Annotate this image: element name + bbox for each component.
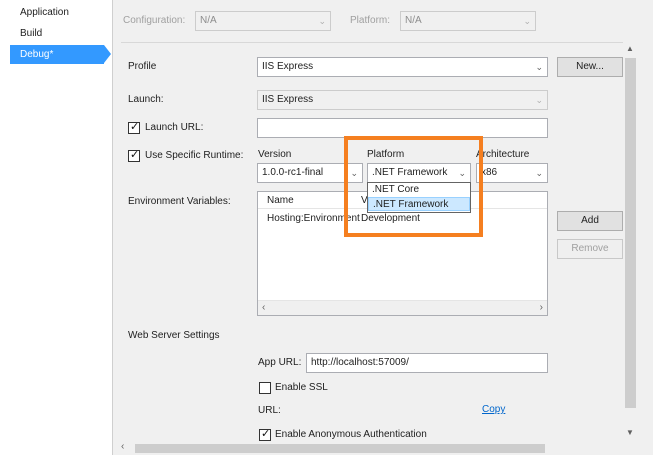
page-horizontal-scrollbar[interactable]: ‹ <box>113 441 623 455</box>
version-value: 1.0.0-rc1-final <box>262 167 324 178</box>
vertical-scrollbar[interactable]: ▲ ▼ <box>623 42 638 442</box>
runtime-platform-value: .NET Framework <box>372 167 448 178</box>
enable-ssl-checkbox[interactable] <box>259 382 271 394</box>
chevron-down-icon: ⌄ <box>523 16 531 26</box>
launch-url-input[interactable] <box>257 118 548 138</box>
dropdown-option-net-framework[interactable]: .NET Framework <box>368 197 470 211</box>
scroll-left-icon[interactable]: ‹ <box>262 302 265 313</box>
configuration-label: Configuration: <box>123 15 186 26</box>
launch-select[interactable]: IIS Express ⌄ <box>257 90 548 110</box>
chevron-down-icon: ⌄ <box>458 168 466 178</box>
chevron-down-icon: ⌄ <box>535 168 543 178</box>
platform-select[interactable]: N/A ⌄ <box>400 11 536 31</box>
profile-select[interactable]: IIS Express ⌄ <box>257 57 548 77</box>
sidebar: Application Build Debug* <box>0 0 113 455</box>
architecture-value: x86 <box>481 167 498 178</box>
launch-url-checkbox[interactable] <box>128 120 140 134</box>
version-label: Version <box>258 149 292 160</box>
sidebar-item-build[interactable]: Build <box>0 24 112 43</box>
profile-label: Profile <box>128 61 157 72</box>
vertical-scrollbar-thumb[interactable] <box>625 58 636 408</box>
anonymous-auth-checkbox[interactable] <box>259 427 271 441</box>
chevron-down-icon: ⌄ <box>535 95 543 105</box>
launch-label: Launch: <box>128 94 164 105</box>
configuration-value: N/A <box>200 15 217 26</box>
enable-ssl-label: Enable SSL <box>275 382 328 393</box>
profile-value: IIS Express <box>262 61 314 72</box>
runtime-platform-select[interactable]: .NET Framework ⌄ <box>367 163 471 183</box>
platform-label: Platform: <box>350 15 391 26</box>
anonymous-auth-label: Enable Anonymous Authentication <box>275 429 427 440</box>
copy-url-link[interactable]: Copy <box>482 404 505 415</box>
add-env-var-button[interactable]: Add <box>557 211 623 231</box>
launch-url-label: Launch URL: <box>145 122 204 133</box>
sidebar-item-debug[interactable]: Debug* <box>10 45 111 64</box>
remove-env-var-button[interactable]: Remove <box>557 239 623 259</box>
url-label: URL: <box>258 405 281 416</box>
runtime-platform-label: Platform <box>367 149 405 160</box>
scroll-down-icon[interactable]: ▼ <box>626 428 634 437</box>
header-divider <box>121 42 636 43</box>
runtime-platform-dropdown[interactable]: .NET Core .NET Framework <box>367 182 471 213</box>
platform-value: N/A <box>405 15 422 26</box>
dropdown-option-net-core[interactable]: .NET Core <box>368 183 470 197</box>
specific-runtime-checkbox[interactable] <box>128 148 140 162</box>
scroll-right-icon[interactable]: › <box>540 302 543 313</box>
horizontal-scrollbar-thumb[interactable] <box>135 444 545 453</box>
env-vars-label: Environment Variables: <box>128 196 231 207</box>
configuration-select[interactable]: N/A ⌄ <box>195 11 331 31</box>
app-url-input[interactable]: http://localhost:57009/ <box>306 353 548 373</box>
launch-value: IIS Express <box>262 94 314 105</box>
app-url-label: App URL: <box>258 357 302 368</box>
column-header-name[interactable]: Name <box>267 195 294 206</box>
specific-runtime-label: Use Specific Runtime: <box>145 150 244 161</box>
scroll-left-icon[interactable]: ‹ <box>121 441 124 452</box>
architecture-label: Architecture <box>476 149 530 160</box>
horizontal-scrollbar[interactable]: ‹ › <box>258 300 547 315</box>
scroll-up-icon[interactable]: ▲ <box>626 44 634 53</box>
architecture-select[interactable]: x86 ⌄ <box>476 163 548 183</box>
chevron-down-icon: ⌄ <box>535 62 543 72</box>
chevron-down-icon: ⌄ <box>318 16 326 26</box>
sidebar-item-application[interactable]: Application <box>0 3 112 22</box>
new-profile-button[interactable]: New... <box>557 57 623 77</box>
web-server-settings-label: Web Server Settings <box>128 330 220 341</box>
